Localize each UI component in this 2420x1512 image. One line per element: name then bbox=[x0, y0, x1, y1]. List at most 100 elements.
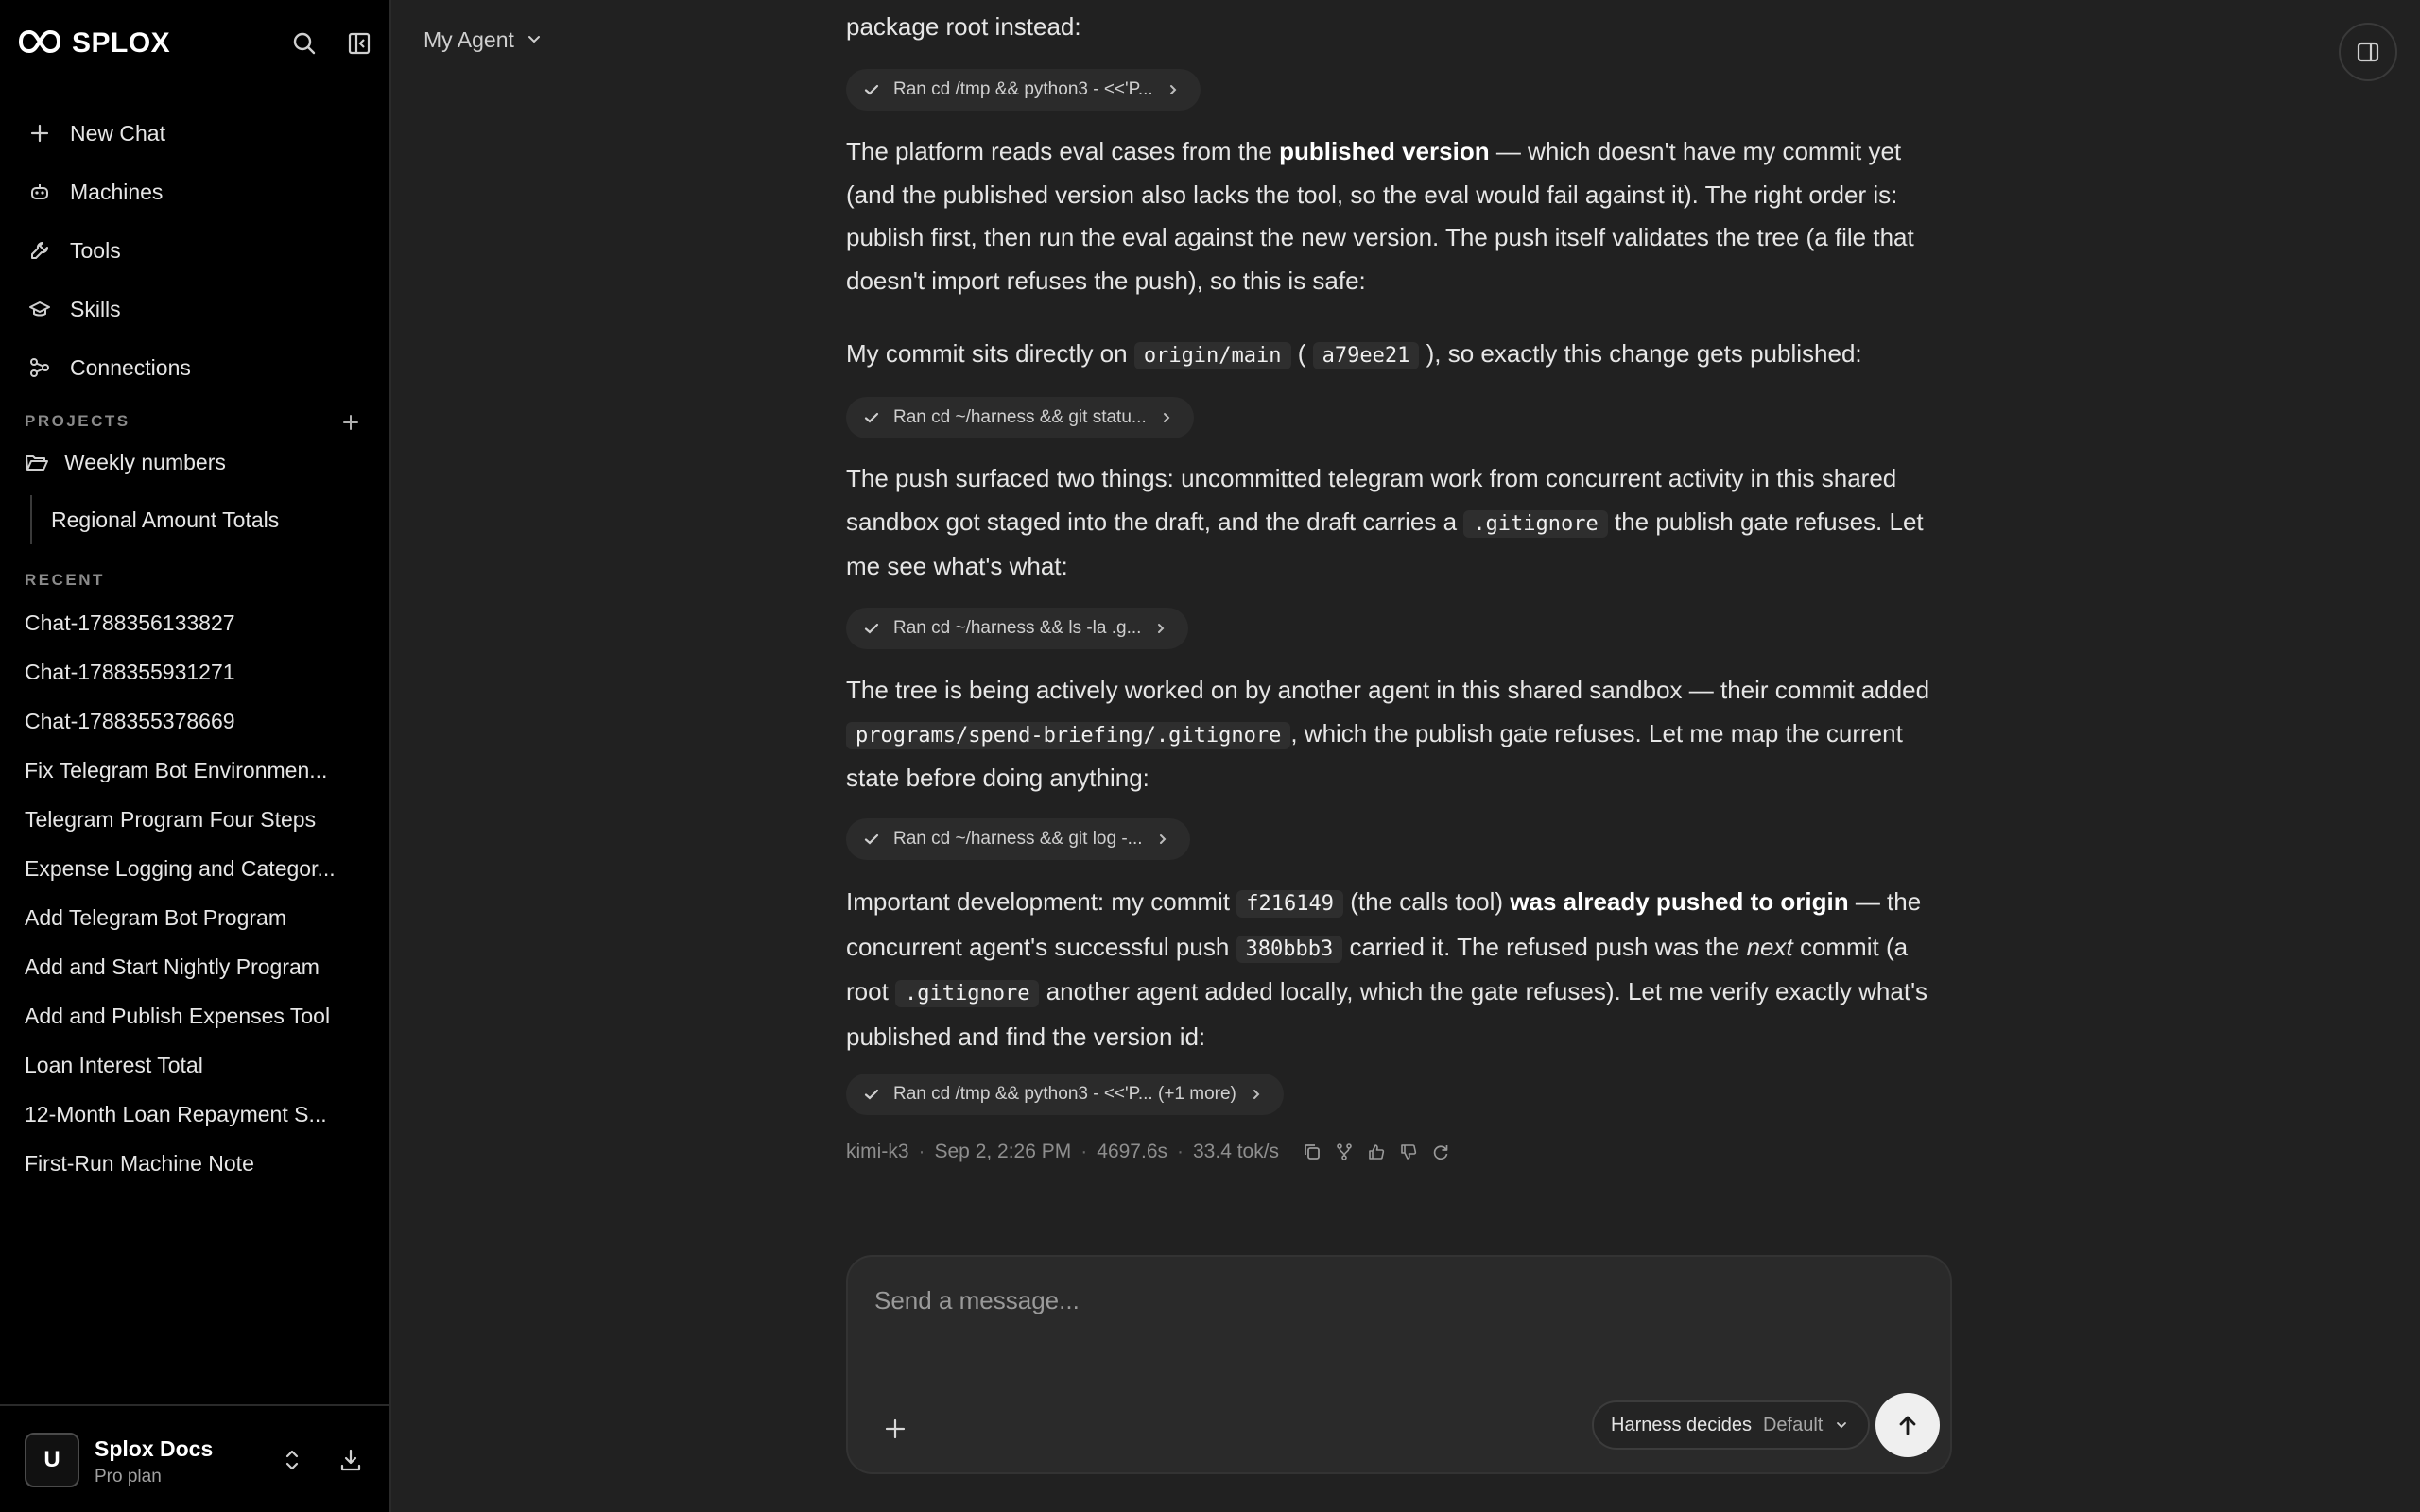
nav-new-chat[interactable]: New Chat bbox=[19, 104, 372, 163]
text: Important development: my commit bbox=[846, 887, 1237, 916]
tool-call-label: Ran cd ~/harness && ls -la .g... bbox=[893, 618, 1142, 638]
folder-open-icon bbox=[26, 455, 48, 471]
check-icon bbox=[864, 623, 879, 634]
attach-button[interactable] bbox=[876, 1410, 914, 1448]
bold-text: published version bbox=[1279, 137, 1490, 165]
sidebar-nav: New Chat Machines Tools Skills Connectio… bbox=[19, 104, 372, 397]
inline-code: .gitignore bbox=[895, 980, 1040, 1007]
text: The platform reads eval cases from the bbox=[846, 137, 1280, 165]
chevron-down-icon bbox=[1837, 1422, 1847, 1429]
plus-icon bbox=[343, 415, 358, 430]
projects-heading: PROJECTS bbox=[25, 412, 130, 430]
mode-label: Harness decides bbox=[1611, 1414, 1752, 1435]
subproject-item[interactable]: Regional Amount Totals bbox=[30, 495, 279, 544]
panel-icon bbox=[2357, 42, 2379, 62]
nav-label: New Chat bbox=[70, 120, 165, 146]
avatar: U bbox=[25, 1433, 79, 1487]
mode-value: Default bbox=[1762, 1414, 1824, 1435]
chevron-down-icon bbox=[527, 36, 540, 43]
nav-label: Skills bbox=[70, 296, 121, 321]
recent-chat-item[interactable]: 12-Month Loan Repayment S... bbox=[25, 1090, 367, 1139]
send-button[interactable] bbox=[1876, 1393, 1940, 1457]
message-composer: Harness decides Default bbox=[846, 1255, 1952, 1474]
message-speed: 33.4 tok/s bbox=[1193, 1141, 1280, 1162]
infinity-logo-icon bbox=[18, 29, 61, 59]
tool-call-label: Ran cd ~/harness && git statu... bbox=[893, 407, 1147, 427]
assistant-message: The push surfaced two things: uncommitte… bbox=[846, 457, 1957, 589]
nav-machines[interactable]: Machines bbox=[19, 163, 372, 221]
recent-chat-item[interactable]: Chat-1788355931271 bbox=[25, 647, 367, 696]
add-project-button[interactable] bbox=[337, 408, 365, 437]
branch-icon[interactable] bbox=[1334, 1142, 1355, 1162]
agent-name: My Agent bbox=[424, 26, 514, 52]
nav-label: Connections bbox=[70, 354, 191, 380]
recent-chat-item[interactable]: Add and Start Nightly Program bbox=[25, 942, 367, 991]
check-icon bbox=[864, 84, 879, 95]
recent-chat-item[interactable]: Fix Telegram Bot Environmen... bbox=[25, 746, 367, 795]
nav-tools[interactable]: Tools bbox=[19, 221, 372, 280]
recent-chat-item[interactable]: Chat-1788356133827 bbox=[25, 598, 367, 647]
text: ( bbox=[1290, 339, 1313, 368]
thumbs-down-icon[interactable] bbox=[1398, 1142, 1419, 1162]
check-icon bbox=[864, 833, 879, 845]
chevron-right-icon bbox=[1163, 413, 1170, 422]
recent-chat-item[interactable]: Add Telegram Bot Program bbox=[25, 893, 367, 942]
recent-chat-item[interactable]: Chat-1788355378669 bbox=[25, 696, 367, 746]
graduation-cap-icon bbox=[29, 301, 50, 317]
check-icon bbox=[864, 1089, 879, 1100]
tool-call-chip[interactable]: Ran cd ~/harness && git statu... bbox=[846, 397, 1194, 438]
text: ), so exactly this change gets published… bbox=[1419, 339, 1862, 368]
tool-call-chip[interactable]: Ran cd /tmp && python3 - <<'P... bbox=[846, 69, 1201, 111]
recent-chat-item[interactable]: Telegram Program Four Steps bbox=[25, 795, 367, 844]
tool-call-label: Ran cd ~/harness && git log -... bbox=[893, 829, 1143, 849]
recent-chat-item[interactable]: Expense Logging and Categor... bbox=[25, 844, 367, 893]
assistant-message: Important development: my commit f216149… bbox=[846, 881, 1957, 1058]
nav-skills[interactable]: Skills bbox=[19, 280, 372, 338]
plus-icon bbox=[885, 1418, 906, 1439]
switch-account-icon[interactable] bbox=[276, 1444, 308, 1476]
sidebar: SPLOX New Chat Machines Tools Skills Con… bbox=[0, 0, 391, 1512]
bold-text: was already pushed to origin bbox=[1510, 887, 1849, 916]
account-plan: Pro plan bbox=[95, 1467, 162, 1486]
connections-icon bbox=[30, 358, 49, 377]
recent-list: Chat-1788356133827 Chat-1788355931271 Ch… bbox=[25, 598, 367, 1188]
tool-call-chip[interactable]: Ran cd ~/harness && git log -... bbox=[846, 818, 1190, 860]
nav-connections[interactable]: Connections bbox=[19, 338, 372, 397]
recent-chat-item[interactable]: Loan Interest Total bbox=[25, 1040, 367, 1090]
message-meta: kimi-k3 · Sep 2, 2:26 PM · 4697.6s · 33.… bbox=[846, 1135, 1451, 1169]
brand-name: SPLOX bbox=[72, 27, 171, 59]
check-icon bbox=[864, 412, 879, 423]
arrow-up-icon bbox=[1899, 1416, 1916, 1435]
chevron-right-icon bbox=[1158, 624, 1165, 633]
thumbs-up-icon[interactable] bbox=[1366, 1142, 1387, 1162]
inline-code: origin/main bbox=[1133, 342, 1291, 369]
collapse-sidebar-icon[interactable] bbox=[342, 26, 376, 60]
italic-text: next bbox=[1746, 932, 1793, 961]
text: My commit sits directly on bbox=[846, 339, 1134, 368]
text: carried it. The refused push was the bbox=[1342, 932, 1747, 961]
download-icon[interactable] bbox=[335, 1444, 367, 1476]
account-footer[interactable]: U Splox Docs Pro plan bbox=[0, 1404, 389, 1512]
inline-code: .gitignore bbox=[1463, 509, 1608, 538]
wrench-icon bbox=[31, 242, 48, 259]
brand-logo[interactable]: SPLOX bbox=[18, 25, 171, 62]
harness-mode-select[interactable]: Harness decides Default bbox=[1592, 1400, 1871, 1450]
message-input[interactable] bbox=[874, 1281, 1914, 1319]
project-item[interactable]: Weekly numbers bbox=[25, 450, 226, 475]
agent-selector[interactable]: My Agent bbox=[424, 23, 543, 57]
tool-call-chip[interactable]: Ran cd /tmp && python3 - <<'P... (+1 mor… bbox=[846, 1074, 1284, 1115]
recent-chat-item[interactable]: Add and Publish Expenses Tool bbox=[25, 991, 367, 1040]
regenerate-icon[interactable] bbox=[1430, 1142, 1451, 1162]
recent-chat-item[interactable]: First-Run Machine Note bbox=[25, 1139, 367, 1188]
assistant-message: The platform reads eval cases from the p… bbox=[846, 130, 1957, 302]
message-time: Sep 2, 2:26 PM bbox=[934, 1141, 1072, 1162]
inline-code: 380bbb3 bbox=[1236, 935, 1343, 963]
search-icon[interactable] bbox=[287, 26, 321, 60]
model-name: kimi-k3 bbox=[846, 1141, 909, 1162]
tool-call-chip[interactable]: Ran cd ~/harness && ls -la .g... bbox=[846, 608, 1189, 649]
project-label: Weekly numbers bbox=[64, 450, 226, 474]
assistant-message: My commit sits directly on origin/main (… bbox=[846, 333, 1957, 378]
copy-icon[interactable] bbox=[1302, 1142, 1322, 1162]
toggle-right-panel-button[interactable] bbox=[2339, 23, 2397, 81]
tool-call-label: Ran cd /tmp && python3 - <<'P... bbox=[893, 79, 1153, 99]
